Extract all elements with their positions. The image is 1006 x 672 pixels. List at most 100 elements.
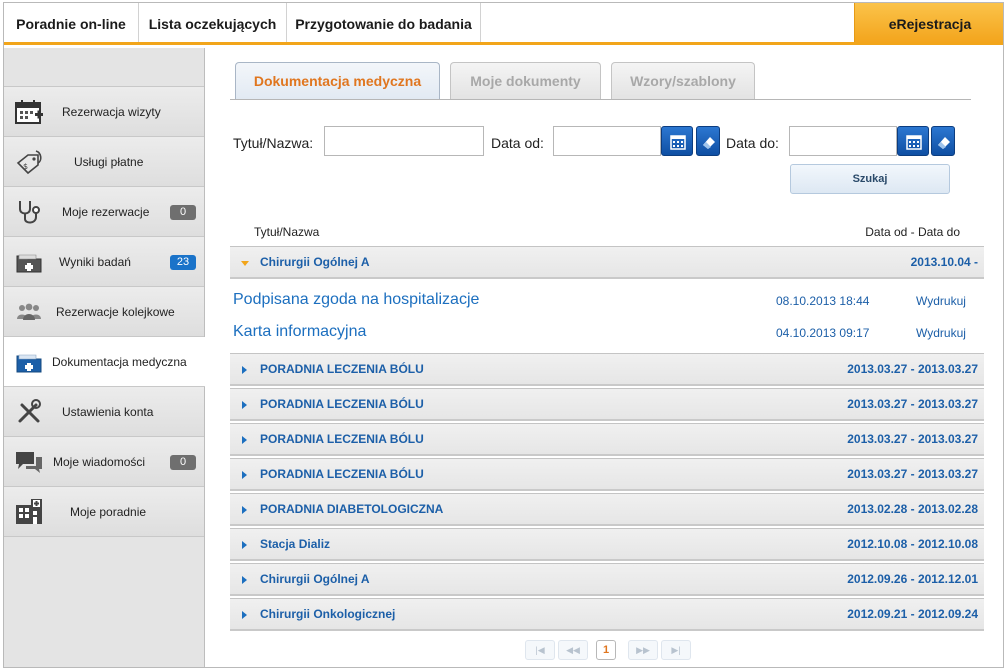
calendar-icon (906, 135, 922, 150)
app-frame: Poradnie on-line Lista oczekujących Przy… (3, 2, 1004, 668)
date-to-input[interactable] (789, 126, 897, 156)
group-name: Stacja Dializ (260, 537, 331, 551)
date-from-calendar-button[interactable] (661, 126, 693, 156)
sidebar-item-label: Dokumentacja medyczna (52, 355, 187, 369)
date-from-input[interactable] (553, 126, 661, 156)
svg-text:$: $ (23, 162, 28, 171)
sidebar-item-label: Moje rezerwacje (62, 205, 150, 219)
sidebar-item-moje-wiadomosci[interactable]: Moje wiadomości 0 (4, 437, 204, 487)
group-dates: 2013.03.27 - 2013.03.27 (847, 362, 978, 376)
group-dates: 2013.10.04 - (910, 255, 978, 269)
date-to-label: Data do: (726, 135, 779, 151)
title-filter-input[interactable] (324, 126, 484, 156)
tab-dokumentacja-medyczna[interactable]: Dokumentacja medyczna (235, 62, 440, 99)
group-row[interactable]: PORADNIA LECZENIA BÓLU 2013.03.27 - 2013… (230, 458, 984, 491)
group-dates: 2012.09.21 - 2012.09.24 (847, 607, 978, 621)
group-dates: 2013.03.27 - 2013.03.27 (847, 397, 978, 411)
chevron-right-icon (242, 611, 247, 619)
group-row[interactable]: PORADNIA DIABETOLOGICZNA 2013.02.28 - 20… (230, 493, 984, 526)
sidebar-item-ustawienia-konta[interactable]: Ustawienia konta (4, 387, 204, 437)
group-documents: Podpisana zgoda na hospitalizacje 08.10.… (230, 279, 984, 353)
tab-moje-dokumenty[interactable]: Moje dokumenty (450, 62, 601, 99)
print-link[interactable]: Wydrukuj (916, 294, 966, 308)
date-to-clear-button[interactable] (931, 126, 955, 156)
sidebar-item-label: Wyniki badań (59, 255, 131, 269)
tab-poradnie-online[interactable]: Poradnie on-line (4, 3, 139, 42)
group-row[interactable]: Chirurgii Onkologicznej 2012.09.21 - 201… (230, 598, 984, 631)
group-row[interactable]: Stacja Dializ 2012.10.08 - 2012.10.08 (230, 528, 984, 561)
medical-folder-icon (14, 347, 44, 377)
group-dates: 2013.02.28 - 2013.02.28 (847, 502, 978, 516)
main-content: Dokumentacja medyczna Moje dokumenty Wzo… (206, 48, 1003, 667)
document-title-link[interactable]: Podpisana zgoda na hospitalizacje (233, 291, 479, 309)
date-from-clear-button[interactable] (696, 126, 720, 156)
messages-count-badge: 0 (170, 455, 196, 470)
group-name: Chirurgii Ogólnej A (260, 255, 370, 269)
sidebar-item-wyniki-badan[interactable]: Wyniki badań 23 (4, 237, 204, 287)
sidebar-item-moje-rezerwacje[interactable]: Moje rezerwacje 0 (4, 187, 204, 237)
sidebar-item-label: Ustawienia konta (62, 405, 154, 419)
group-row[interactable]: PORADNIA LECZENIA BÓLU 2013.03.27 - 2013… (230, 423, 984, 456)
group-name: PORADNIA LECZENIA BÓLU (260, 397, 424, 411)
tab-wzory-szablony[interactable]: Wzory/szablony (611, 62, 755, 99)
chevron-right-icon (242, 541, 247, 549)
document-date: 08.10.2013 18:44 (776, 294, 870, 308)
document-date: 04.10.2013 09:17 (776, 326, 870, 340)
calendar-plus-icon (14, 97, 44, 127)
group-dates: 2012.09.26 - 2012.12.01 (847, 572, 978, 586)
stethoscope-icon (14, 197, 44, 227)
people-queue-icon (14, 297, 44, 327)
current-page[interactable]: 1 (596, 640, 616, 660)
sidebar-item-rezerwacje-kolejkowe[interactable]: Rezerwacje kolejkowe (4, 287, 204, 337)
group-row[interactable]: PORADNIA LECZENIA BÓLU 2013.03.27 - 2013… (230, 353, 984, 386)
chevron-right-icon (242, 576, 247, 584)
tab-erejestracja[interactable]: eRejestracja (854, 3, 1003, 42)
eraser-icon (703, 137, 715, 149)
last-page-button[interactable]: ▶| (661, 640, 691, 660)
group-row[interactable]: Chirurgii Ogólnej A 2012.09.26 - 2012.12… (230, 563, 984, 596)
chevron-right-icon (242, 506, 247, 514)
reservations-count-badge: 0 (170, 205, 196, 220)
first-page-button[interactable]: |◀ (525, 640, 555, 660)
medical-folder-icon (14, 247, 44, 277)
group-dates: 2013.03.27 - 2013.03.27 (847, 467, 978, 481)
tab-lista-oczekujacych[interactable]: Lista oczekujących (139, 3, 287, 42)
sidebar-item-label: Rezerwacje kolejkowe (56, 305, 175, 319)
document-row: Karta informacyjna 04.10.2013 09:17 Wydr… (230, 317, 984, 349)
print-link[interactable]: Wydrukuj (916, 326, 966, 340)
sidebar-item-label: Moje wiadomości (53, 455, 146, 469)
calendar-icon (670, 135, 686, 150)
sidebar-item-moje-poradnie[interactable]: Moje poradnie (4, 487, 204, 537)
date-to-calendar-button[interactable] (897, 126, 929, 156)
chat-bubbles-icon (14, 447, 44, 477)
group-name: PORADNIA LECZENIA BÓLU (260, 467, 424, 481)
group-dates: 2012.10.08 - 2012.10.08 (847, 537, 978, 551)
group-row-expanded[interactable]: Chirurgii Ogólnej A 2013.10.04 - (230, 246, 984, 279)
sidebar-header-spacer (4, 48, 204, 87)
sidebar-item-uslugi-platne[interactable]: $ Usługi płatne (4, 137, 204, 187)
tab-przygotowanie-do-badania[interactable]: Przygotowanie do badania (287, 3, 481, 42)
sidebar: Rezerwacja wizyty $ Usługi płatne Moje r… (4, 48, 205, 667)
sidebar-item-label: Moje poradnie (70, 505, 147, 519)
document-title-link[interactable]: Karta informacyjna (233, 323, 366, 341)
hospital-building-icon (14, 497, 44, 527)
top-navigation: Poradnie on-line Lista oczekujących Przy… (4, 3, 1003, 45)
sidebar-item-label: Rezerwacja wizyty (62, 105, 161, 119)
sidebar-item-dokumentacja-medyczna[interactable]: Dokumentacja medyczna (4, 337, 205, 387)
document-row: Podpisana zgoda na hospitalizacje 08.10.… (230, 285, 984, 317)
sidebar-item-label: Usługi płatne (74, 155, 144, 169)
eraser-icon (938, 137, 950, 149)
list-header: Tytuł/Nazwa Data od - Data do (254, 225, 984, 239)
search-button[interactable]: Szukaj (790, 164, 950, 194)
document-tabs: Dokumentacja medyczna Moje dokumenty Wzo… (230, 62, 971, 100)
group-name: PORADNIA LECZENIA BÓLU (260, 432, 424, 446)
column-dates-header: Data od - Data do (865, 225, 960, 239)
group-row[interactable]: PORADNIA LECZENIA BÓLU 2013.03.27 - 2013… (230, 388, 984, 421)
chevron-down-icon (241, 261, 249, 266)
chevron-right-icon (242, 436, 247, 444)
group-name: Chirurgii Onkologicznej (260, 607, 396, 621)
date-from-label: Data od: (491, 135, 544, 151)
sidebar-item-rezerwacja-wizyty[interactable]: Rezerwacja wizyty (4, 87, 204, 137)
previous-page-button[interactable]: ◀◀ (558, 640, 588, 660)
next-page-button[interactable]: ▶▶ (628, 640, 658, 660)
